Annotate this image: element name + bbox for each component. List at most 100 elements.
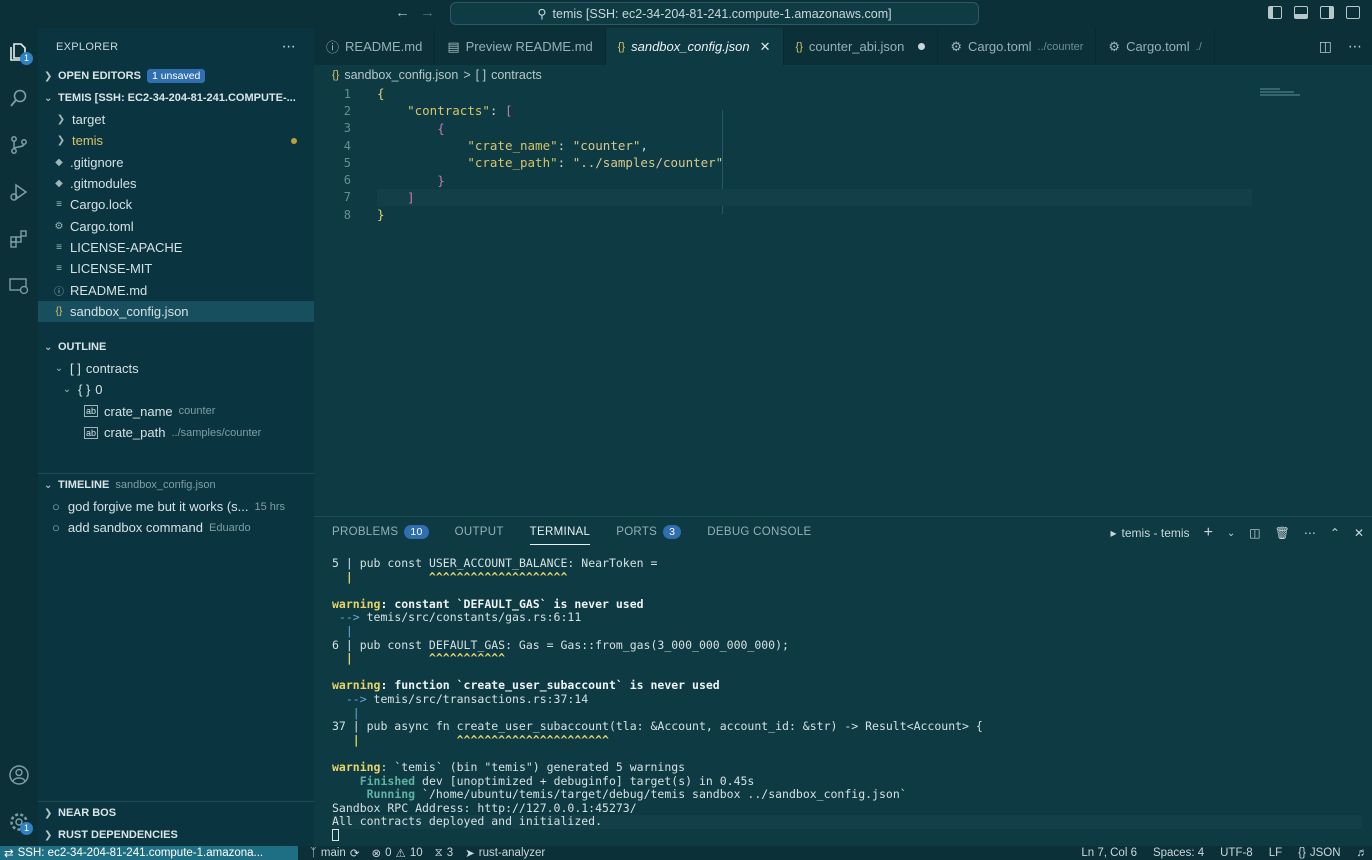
outline-item-crate-path[interactable]: ab crate_path ../samples/counter <box>38 422 314 443</box>
line-number: 6 <box>343 173 351 188</box>
tab-counter-abi[interactable]: {} counter_abi.json <box>784 28 939 65</box>
terminal-selector[interactable]: ▸ temis - temis <box>1111 526 1190 540</box>
toggle-primary-sidebar-icon[interactable] <box>1268 6 1282 19</box>
maximize-panel-icon[interactable]: ⌃ <box>1330 526 1340 540</box>
tab-label: PROBLEMS <box>332 526 399 538</box>
close-panel-icon[interactable]: ✕ <box>1354 526 1364 540</box>
language-mode[interactable]: {} JSON <box>1298 847 1340 859</box>
file-tree-item[interactable]: {} sandbox_config.json <box>38 300 314 322</box>
split-terminal-icon[interactable]: ◫ <box>1249 526 1260 540</box>
workspace-section[interactable]: ⌄ TEMIS [SSH: EC2-34-204-81-241.COMPUTE-… <box>38 87 314 109</box>
language-server-indicator[interactable]: ➤ rust-analyzer <box>465 846 545 860</box>
tab-cargo-toml-root[interactable]: ⚙ Cargo.toml ./ <box>1096 28 1215 65</box>
new-terminal-icon[interactable]: + <box>1204 524 1213 542</box>
minimap[interactable] <box>1260 88 1302 98</box>
outline-section[interactable]: ⌄ OUTLINE <box>38 336 314 358</box>
file-tree-item[interactable]: ❯ temis <box>38 130 314 151</box>
toggle-secondary-sidebar-icon[interactable] <box>1320 6 1334 19</box>
more-actions-icon[interactable]: ⋯ <box>1348 38 1362 55</box>
terminal-output[interactable]: 5 | pub const USER_ACCOUNT_BALANCE: Near… <box>332 556 1362 846</box>
outline-item-index[interactable]: ⌄ { } 0 <box>38 379 314 400</box>
terminal-text: warning <box>332 678 381 693</box>
navigation-controls: ← → <box>395 4 435 21</box>
accounts-icon[interactable] <box>5 761 33 789</box>
source-control-icon[interactable] <box>5 131 33 159</box>
back-arrow-icon[interactable]: ← <box>395 4 410 21</box>
code-line[interactable]: 4 "crate_name": "counter", <box>314 137 1372 154</box>
tab-readme[interactable]: ⓘ README.md <box>314 28 436 65</box>
ports-indicator[interactable]: ⧖ 3 <box>435 847 453 860</box>
code-line[interactable]: 7 ] <box>314 188 1372 207</box>
problems-indicator[interactable]: ⊗ 0 ⚠ 10 <box>371 846 422 860</box>
run-debug-icon[interactable] <box>5 178 33 206</box>
outline-item-contracts[interactable]: ⌄ [ ] contracts <box>38 358 314 379</box>
outline-crate-path-value: ../samples/counter <box>171 426 262 439</box>
trash-icon[interactable]: 🗑 <box>1275 526 1290 540</box>
tab-terminal[interactable]: TERMINAL <box>529 517 591 547</box>
remote-indicator[interactable]: ⇄ SSH: ec2-34-204-81-241.compute-1.amazo… <box>0 846 298 860</box>
tab-problems[interactable]: PROBLEMS 10 <box>332 517 429 547</box>
tab-preview-readme[interactable]: ▤ Preview README.md <box>435 28 606 65</box>
file-tree-item[interactable]: ⓘ README.md <box>38 279 314 300</box>
outline-item-crate-name[interactable]: ab crate_name counter <box>38 401 314 422</box>
code-editor[interactable]: 1{2 "contracts": [3 {4 "crate_name": "co… <box>314 84 1372 516</box>
file-tree-item[interactable]: ⚙ Cargo.toml <box>38 215 314 236</box>
tab-debug-console[interactable]: DEBUG CONSOLE <box>707 517 811 547</box>
breadcrumb-file[interactable]: sandbox_config.json <box>344 68 458 82</box>
file-tree-item[interactable]: ≡ Cargo.lock <box>38 194 314 215</box>
close-icon[interactable]: ✕ <box>760 39 771 55</box>
git-icon: ◆ <box>55 156 63 168</box>
breadcrumb-node[interactable]: contracts <box>491 68 542 82</box>
file-tree-item[interactable]: ≡ LICENSE-MIT <box>38 258 314 279</box>
toggle-panel-icon[interactable] <box>1294 6 1308 19</box>
file-tree-item[interactable]: ◆ .gitmodules <box>38 173 314 194</box>
timeline-item[interactable]: ○ add sandbox command Eduardo <box>38 517 314 538</box>
settings-gear-icon[interactable]: 1 <box>5 808 33 836</box>
more-actions-icon[interactable]: ⋯ <box>1304 526 1316 540</box>
code-line[interactable]: 2 "contracts": [ <box>314 102 1372 119</box>
timeline-section[interactable]: ⌄ TIMELINE sandbox_config.json <box>38 474 314 496</box>
more-actions-icon[interactable]: ⋯ <box>282 38 296 55</box>
outline-label: OUTLINE <box>58 341 107 353</box>
code-line[interactable]: 1{ <box>314 85 1372 102</box>
chevron-down-icon: ⌄ <box>44 92 53 104</box>
code-line[interactable]: 3 { <box>314 120 1372 137</box>
remote-explorer-icon[interactable] <box>5 272 33 300</box>
near-bos-section[interactable]: ❯ NEAR BOS <box>38 802 314 824</box>
activity-bar: 1 1 <box>0 28 38 846</box>
terminal-prompt[interactable] <box>332 829 1362 843</box>
open-editors-section[interactable]: ❯ OPEN EDITORS 1 unsaved <box>38 65 314 87</box>
encoding[interactable]: UTF-8 <box>1220 847 1253 859</box>
unsaved-dot-icon[interactable] <box>918 43 926 50</box>
search-view-icon[interactable] <box>5 84 33 112</box>
tab-ports[interactable]: PORTS 3 <box>616 517 682 547</box>
forward-arrow-icon[interactable]: → <box>420 4 435 21</box>
split-editor-icon[interactable]: ◫ <box>1319 38 1332 55</box>
explorer-icon[interactable]: 1 <box>5 38 33 66</box>
code-line[interactable]: 5 "crate_path": "../samples/counter" <box>314 154 1372 171</box>
tab-sandbox-config[interactable]: {} sandbox_config.json ✕ <box>605 28 784 65</box>
bottom-sections: ❯ NEAR BOS ❯ RUST DEPENDENCIES <box>38 801 314 846</box>
breadcrumb: {} sandbox_config.json > [ ] contracts <box>332 66 542 84</box>
command-center-search[interactable]: ⚲ temis [SSH: ec2-34-204-81-241.compute-… <box>450 2 979 25</box>
end-of-line[interactable]: LF <box>1269 847 1282 859</box>
notifications-bell-icon[interactable]: ♬ <box>1357 847 1369 859</box>
tab-output[interactable]: OUTPUT <box>455 517 504 547</box>
code-line[interactable]: 6 } <box>314 172 1372 189</box>
rust-dependencies-section[interactable]: ❯ RUST DEPENDENCIES <box>38 824 314 846</box>
chevron-down-icon[interactable]: ⌄ <box>1227 528 1235 539</box>
code-line[interactable]: 8} <box>314 206 1372 223</box>
timeline-item[interactable]: ○ god forgive me but it works (s... 15 h… <box>38 496 314 517</box>
indentation[interactable]: Spaces: 4 <box>1153 847 1204 859</box>
file-tree-item[interactable]: ≡ LICENSE-APACHE <box>38 237 314 258</box>
file-tree-item[interactable]: ❯ target <box>38 109 314 130</box>
tab-cargo-toml-counter[interactable]: ⚙ Cargo.toml ../counter <box>938 28 1097 65</box>
branch-indicator[interactable]: ᛉ main ⟳ <box>310 846 359 860</box>
settings-badge: 1 <box>20 822 33 835</box>
file-tree-item[interactable]: ◆ .gitignore <box>38 152 314 173</box>
customize-layout-icon[interactable] <box>1346 6 1360 19</box>
cursor-position[interactable]: Ln 7, Col 6 <box>1081 847 1137 859</box>
extensions-icon[interactable] <box>5 225 33 253</box>
terminal-line: | <box>332 624 1362 639</box>
